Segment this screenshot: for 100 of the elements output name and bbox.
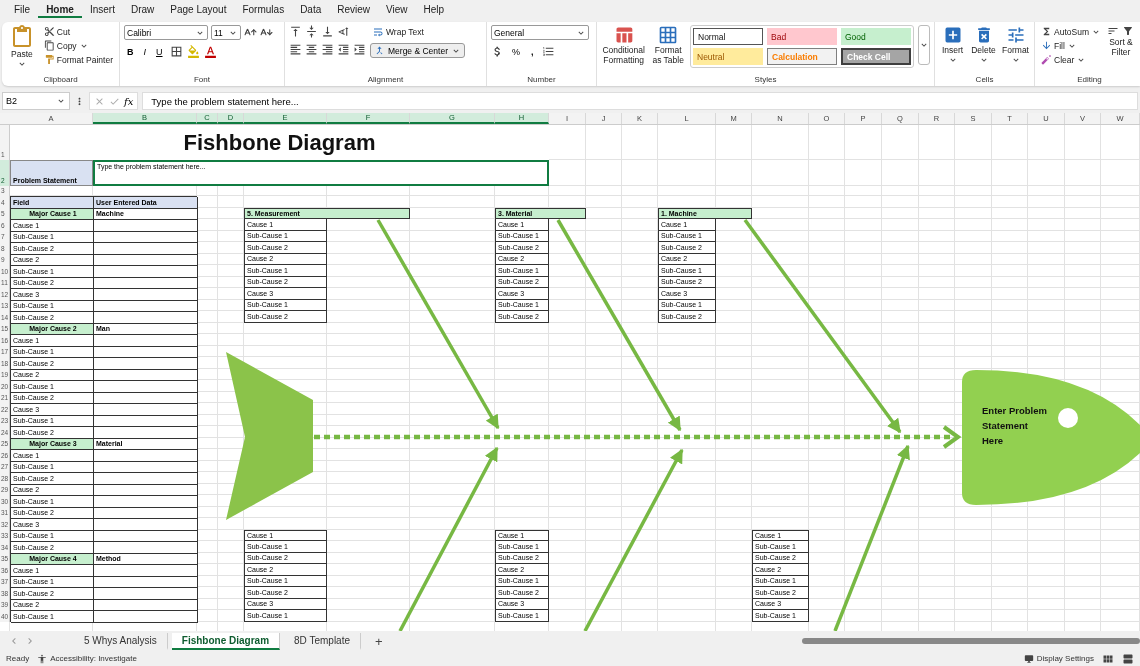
- table-cell[interactable]: [94, 289, 198, 301]
- table-cell[interactable]: [94, 588, 198, 600]
- orientation-icon[interactable]: [337, 25, 350, 38]
- decrease-indent-icon[interactable]: [337, 43, 350, 56]
- table-cell[interactable]: [94, 496, 198, 508]
- fish-head-text: Enter Problem Statement Here: [982, 404, 1048, 448]
- insert-button[interactable]: Insert: [939, 25, 966, 65]
- copy-button[interactable]: Copy: [41, 39, 115, 52]
- add-sheet-button[interactable]: +: [365, 633, 393, 649]
- table-cell[interactable]: [94, 565, 198, 577]
- menu-tab[interactable]: Insert: [81, 2, 123, 18]
- sheet-tab[interactable]: 8D Template: [284, 632, 362, 650]
- sheet-tab[interactable]: Fishbone Diagram: [171, 632, 281, 650]
- menu-tab[interactable]: View: [378, 2, 416, 18]
- wrap-text-icon: [372, 26, 384, 38]
- table-cell[interactable]: [94, 220, 198, 232]
- horizontal-scrollbar[interactable]: [802, 638, 1140, 644]
- monitor-icon: [1023, 653, 1034, 664]
- sheet-tab[interactable]: 5 Whys Analysis: [74, 632, 168, 650]
- group-label: Clipboard: [43, 74, 78, 86]
- cell-style-option[interactable]: Bad: [767, 28, 837, 45]
- paste-button[interactable]: Paste: [6, 25, 38, 69]
- format-as-table-button[interactable]: Format as Table: [650, 25, 686, 65]
- eraser-icon: [1041, 54, 1052, 65]
- accessibility-button[interactable]: Accessibility: Investigate: [37, 653, 137, 664]
- menu-tab[interactable]: Home: [38, 2, 82, 18]
- italic-button[interactable]: I: [140, 45, 149, 58]
- table-cell[interactable]: [94, 542, 198, 554]
- bottom-align-icon[interactable]: [321, 25, 334, 38]
- sheet-title: Fishbone Diagram: [183, 129, 376, 156]
- status-text: Ready: [6, 654, 30, 663]
- font-name-field[interactable]: Calibri: [124, 25, 208, 40]
- number-format-field[interactable]: General: [491, 25, 589, 40]
- middle-align-icon[interactable]: [305, 25, 318, 38]
- cell-style-option[interactable]: Good: [841, 28, 911, 45]
- accessibility-icon: [37, 653, 48, 664]
- table-cell[interactable]: [94, 381, 198, 393]
- filter-icon: [1122, 25, 1135, 37]
- conditional-formatting-button[interactable]: Conditional Formatting: [601, 25, 647, 65]
- group-label: Font: [194, 74, 210, 86]
- sort-icon: [1107, 25, 1120, 37]
- wrap-text-button[interactable]: Wrap Text: [370, 25, 465, 39]
- cell-style-option[interactable]: Neutral: [693, 48, 763, 65]
- top-align-icon[interactable]: [289, 25, 302, 38]
- group-label: Alignment: [367, 74, 404, 86]
- merge-icon: [374, 45, 385, 56]
- table-cell[interactable]: [94, 519, 198, 531]
- paintbrush-icon: [43, 54, 55, 65]
- table-cell[interactable]: [94, 427, 198, 439]
- increase-indent-icon[interactable]: [353, 43, 366, 56]
- menu-tab[interactable]: Help: [415, 2, 453, 18]
- insert-function-button[interactable]: fx: [124, 95, 134, 107]
- page-layout-icon[interactable]: [1122, 652, 1134, 665]
- font-size-field[interactable]: 11: [211, 25, 241, 40]
- merge-center-button[interactable]: Merge & Center: [370, 43, 465, 58]
- table-cell[interactable]: [94, 358, 198, 370]
- clear-button[interactable]: Clear: [1039, 53, 1103, 66]
- percent-button[interactable]: %: [509, 45, 523, 58]
- format-button[interactable]: Format: [1001, 25, 1030, 65]
- table-cell[interactable]: [94, 611, 198, 623]
- group-label: Editing: [1077, 74, 1102, 86]
- menu-tab[interactable]: Data: [292, 2, 330, 18]
- scissors-icon: [43, 26, 55, 37]
- sort-filter-button[interactable]: Sort & Filter: [1106, 25, 1135, 57]
- table-cell[interactable]: [94, 266, 198, 278]
- table-cell[interactable]: [94, 450, 198, 462]
- cut-button[interactable]: Cut: [41, 25, 115, 38]
- menu-tab[interactable]: Formulas: [234, 2, 293, 18]
- menu-tab[interactable]: Review: [329, 2, 379, 18]
- table-cell[interactable]: [94, 312, 198, 324]
- borders-icon[interactable]: [169, 45, 183, 58]
- fill-button[interactable]: Fill: [1039, 39, 1103, 52]
- table-cell[interactable]: [94, 404, 198, 416]
- autosum-button[interactable]: AutoSum: [1039, 25, 1103, 38]
- comma-button[interactable]: ,: [528, 45, 537, 58]
- table-icon: [658, 25, 679, 45]
- align-left-icon[interactable]: [289, 43, 302, 56]
- menu-tab[interactable]: Draw: [122, 2, 163, 18]
- cell-style-option[interactable]: Normal: [693, 28, 763, 45]
- align-center-icon[interactable]: [305, 43, 318, 56]
- table-cell[interactable]: [94, 243, 198, 255]
- display-settings-button[interactable]: Display Settings: [1023, 653, 1094, 664]
- format-painter-button[interactable]: Format Painter: [41, 53, 115, 66]
- name-box[interactable]: B2: [2, 92, 70, 110]
- formula-field[interactable]: Type the problem statement here...: [142, 92, 1138, 110]
- table-cell[interactable]: [94, 473, 198, 485]
- delete-button[interactable]: Delete: [970, 25, 998, 65]
- sigma-icon: [1041, 26, 1052, 37]
- align-right-icon[interactable]: [321, 43, 334, 56]
- bold-button[interactable]: B: [124, 45, 137, 58]
- menu-tab[interactable]: File: [6, 2, 39, 18]
- group-label: Styles: [754, 74, 777, 86]
- underline-button[interactable]: U: [153, 45, 166, 58]
- font-color-icon[interactable]: [203, 45, 217, 58]
- table-cell[interactable]: [94, 335, 198, 347]
- menu-tab[interactable]: Page Layout: [162, 2, 235, 18]
- copy-icon: [43, 40, 55, 51]
- fill-down-icon: [1041, 40, 1052, 51]
- group-label: Cells: [975, 74, 994, 86]
- fill-color-icon[interactable]: [186, 45, 200, 58]
